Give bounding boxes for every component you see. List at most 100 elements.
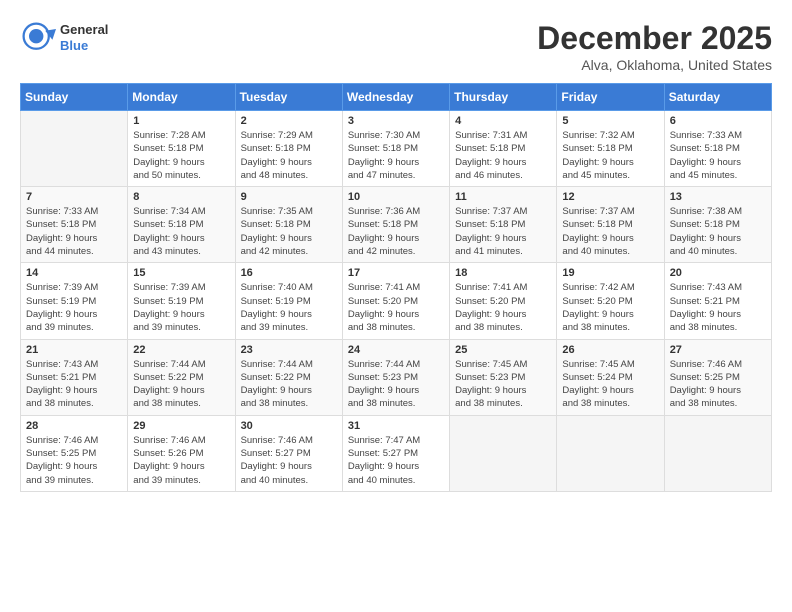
day-info: Sunrise: 7:32 AM Sunset: 5:18 PM Dayligh…: [562, 129, 658, 182]
calendar-cell: 11Sunrise: 7:37 AM Sunset: 5:18 PM Dayli…: [450, 187, 557, 263]
weekday-header: Wednesday: [342, 84, 449, 111]
calendar-cell: 13 Sunrise: 7:38 AM Sunset: 5:18 PM Dayli…: [664, 187, 771, 263]
calendar-cell: 25 Sunrise: 7:45 AM Sunset: 5:23 PM Dayli…: [450, 339, 557, 415]
day-info: Sunrise: 7:46 AM Sunset: 5:25 PM Dayligh…: [670, 358, 766, 411]
calendar-cell: 17Sunrise: 7:41 AM Sunset: 5:20 PM Dayli…: [342, 263, 449, 339]
day-number: 4: [455, 115, 551, 127]
month-title: December 2025: [537, 20, 772, 57]
calendar-cell: 22Sunrise: 7:44 AM Sunset: 5:22 PM Dayli…: [128, 339, 235, 415]
calendar-cell: 15Sunrise: 7:39 AM Sunset: 5:19 PM Dayli…: [128, 263, 235, 339]
calendar-week-row: 1 Sunrise: 7:28 AM Sunset: 5:18 PM Daylig…: [21, 111, 772, 187]
day-info: Sunrise: 7:44 AM Sunset: 5:22 PM Dayligh…: [133, 358, 229, 411]
day-number: 7: [26, 191, 122, 203]
day-number: 19: [562, 267, 658, 279]
day-number: 25: [455, 344, 551, 356]
day-info: Sunrise: 7:34 AM Sunset: 5:18 PM Dayligh…: [133, 205, 229, 258]
day-number: 11: [455, 191, 551, 203]
calendar-header-row: SundayMondayTuesdayWednesdayThursdayFrid…: [21, 84, 772, 111]
logo-general: General: [60, 22, 108, 38]
day-info: Sunrise: 7:42 AM Sunset: 5:20 PM Dayligh…: [562, 281, 658, 334]
calendar-cell: 5Sunrise: 7:32 AM Sunset: 5:18 PM Daylig…: [557, 111, 664, 187]
day-number: 3: [348, 115, 444, 127]
calendar-cell: 21 Sunrise: 7:43 AM Sunset: 5:21 PM Dayli…: [21, 339, 128, 415]
calendar-cell: [21, 111, 128, 187]
calendar-cell: 1 Sunrise: 7:28 AM Sunset: 5:18 PM Daylig…: [128, 111, 235, 187]
calendar-cell: [450, 415, 557, 491]
calendar-cell: 31 Sunrise: 7:47 AM Sunset: 5:27 PM Dayli…: [342, 415, 449, 491]
location: Alva, Oklahoma, United States: [537, 57, 772, 73]
day-info: Sunrise: 7:43 AM Sunset: 5:21 PM Dayligh…: [670, 281, 766, 334]
day-info: Sunrise: 7:35 AM Sunset: 5:18 PM Dayligh…: [241, 205, 337, 258]
day-info: Sunrise: 7:33 AM Sunset: 5:18 PM Dayligh…: [670, 129, 766, 182]
calendar-cell: 24Sunrise: 7:44 AM Sunset: 5:23 PM Dayli…: [342, 339, 449, 415]
logo-blue: Blue: [60, 38, 108, 54]
day-info: Sunrise: 7:38 AM Sunset: 5:18 PM Dayligh…: [670, 205, 766, 258]
day-info: Sunrise: 7:45 AM Sunset: 5:24 PM Dayligh…: [562, 358, 658, 411]
day-number: 31: [348, 420, 444, 432]
day-number: 18: [455, 267, 551, 279]
weekday-header: Thursday: [450, 84, 557, 111]
day-info: Sunrise: 7:29 AM Sunset: 5:18 PM Dayligh…: [241, 129, 337, 182]
logo: General Blue: [20, 20, 108, 56]
day-info: Sunrise: 7:36 AM Sunset: 5:18 PM Dayligh…: [348, 205, 444, 258]
day-info: Sunrise: 7:47 AM Sunset: 5:27 PM Dayligh…: [348, 434, 444, 487]
calendar-cell: 9 Sunrise: 7:35 AM Sunset: 5:18 PM Daylig…: [235, 187, 342, 263]
calendar-week-row: 28Sunrise: 7:46 AM Sunset: 5:25 PM Dayli…: [21, 415, 772, 491]
day-number: 13: [670, 191, 766, 203]
day-number: 1: [133, 115, 229, 127]
calendar-cell: 29 Sunrise: 7:46 AM Sunset: 5:26 PM Dayli…: [128, 415, 235, 491]
calendar-cell: [557, 415, 664, 491]
day-number: 2: [241, 115, 337, 127]
day-info: Sunrise: 7:45 AM Sunset: 5:23 PM Dayligh…: [455, 358, 551, 411]
calendar-cell: 26 Sunrise: 7:45 AM Sunset: 5:24 PM Dayli…: [557, 339, 664, 415]
calendar-cell: 2 Sunrise: 7:29 AM Sunset: 5:18 PM Daylig…: [235, 111, 342, 187]
weekday-header: Friday: [557, 84, 664, 111]
day-number: 24: [348, 344, 444, 356]
calendar-week-row: 21 Sunrise: 7:43 AM Sunset: 5:21 PM Dayli…: [21, 339, 772, 415]
calendar-cell: 14 Sunrise: 7:39 AM Sunset: 5:19 PM Dayli…: [21, 263, 128, 339]
calendar-cell: 10 Sunrise: 7:36 AM Sunset: 5:18 PM Dayli…: [342, 187, 449, 263]
day-number: 26: [562, 344, 658, 356]
calendar-cell: 6 Sunrise: 7:33 AM Sunset: 5:18 PM Daylig…: [664, 111, 771, 187]
day-number: 10: [348, 191, 444, 203]
calendar-table: SundayMondayTuesdayWednesdayThursdayFrid…: [20, 83, 772, 492]
day-info: Sunrise: 7:31 AM Sunset: 5:18 PM Dayligh…: [455, 129, 551, 182]
day-info: Sunrise: 7:44 AM Sunset: 5:22 PM Dayligh…: [241, 358, 337, 411]
calendar-cell: 4 Sunrise: 7:31 AM Sunset: 5:18 PM Daylig…: [450, 111, 557, 187]
day-info: Sunrise: 7:41 AM Sunset: 5:20 PM Dayligh…: [455, 281, 551, 334]
day-info: Sunrise: 7:39 AM Sunset: 5:19 PM Dayligh…: [26, 281, 122, 334]
day-number: 29: [133, 420, 229, 432]
day-number: 20: [670, 267, 766, 279]
day-number: 9: [241, 191, 337, 203]
calendar-cell: 8Sunrise: 7:34 AM Sunset: 5:18 PM Daylig…: [128, 187, 235, 263]
day-info: Sunrise: 7:40 AM Sunset: 5:19 PM Dayligh…: [241, 281, 337, 334]
calendar-cell: 20 Sunrise: 7:43 AM Sunset: 5:21 PM Dayli…: [664, 263, 771, 339]
calendar-cell: 28Sunrise: 7:46 AM Sunset: 5:25 PM Dayli…: [21, 415, 128, 491]
day-info: Sunrise: 7:46 AM Sunset: 5:27 PM Dayligh…: [241, 434, 337, 487]
calendar-cell: 27Sunrise: 7:46 AM Sunset: 5:25 PM Dayli…: [664, 339, 771, 415]
day-number: 12: [562, 191, 658, 203]
day-number: 6: [670, 115, 766, 127]
day-number: 14: [26, 267, 122, 279]
calendar-cell: 18 Sunrise: 7:41 AM Sunset: 5:20 PM Dayli…: [450, 263, 557, 339]
calendar-cell: 16 Sunrise: 7:40 AM Sunset: 5:19 PM Dayli…: [235, 263, 342, 339]
day-info: Sunrise: 7:43 AM Sunset: 5:21 PM Dayligh…: [26, 358, 122, 411]
day-number: 16: [241, 267, 337, 279]
page-header: General Blue December 2025 Alva, Oklahom…: [20, 20, 772, 73]
day-info: Sunrise: 7:46 AM Sunset: 5:25 PM Dayligh…: [26, 434, 122, 487]
day-number: 30: [241, 420, 337, 432]
day-number: 21: [26, 344, 122, 356]
calendar-cell: 30 Sunrise: 7:46 AM Sunset: 5:27 PM Dayli…: [235, 415, 342, 491]
day-info: Sunrise: 7:46 AM Sunset: 5:26 PM Dayligh…: [133, 434, 229, 487]
calendar-cell: 7Sunrise: 7:33 AM Sunset: 5:18 PM Daylig…: [21, 187, 128, 263]
calendar-cell: [664, 415, 771, 491]
day-info: Sunrise: 7:30 AM Sunset: 5:18 PM Dayligh…: [348, 129, 444, 182]
day-info: Sunrise: 7:28 AM Sunset: 5:18 PM Dayligh…: [133, 129, 229, 182]
calendar-cell: 19 Sunrise: 7:42 AM Sunset: 5:20 PM Dayli…: [557, 263, 664, 339]
calendar-week-row: 14 Sunrise: 7:39 AM Sunset: 5:19 PM Dayli…: [21, 263, 772, 339]
day-number: 23: [241, 344, 337, 356]
weekday-header: Monday: [128, 84, 235, 111]
weekday-header: Tuesday: [235, 84, 342, 111]
day-info: Sunrise: 7:41 AM Sunset: 5:20 PM Dayligh…: [348, 281, 444, 334]
title-block: December 2025 Alva, Oklahoma, United Sta…: [537, 20, 772, 73]
